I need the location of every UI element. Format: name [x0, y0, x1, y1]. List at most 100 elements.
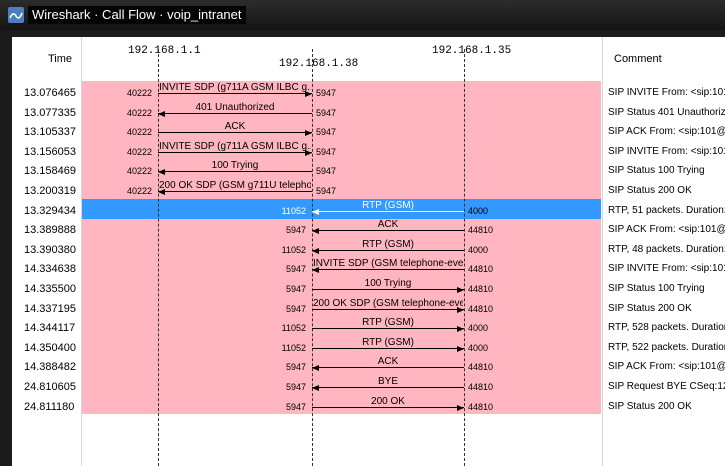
message-label: RTP (GSM) — [362, 337, 414, 348]
row-comment: SIP ACK From: <sip:101@p — [608, 126, 725, 137]
row-comment: SIP Status 200 OK — [608, 185, 692, 196]
row-time: 13.390380 — [24, 244, 76, 256]
arrowhead-icon — [305, 130, 312, 136]
row-time: 24.811180 — [24, 401, 75, 413]
flow-row[interactable]: 13.105337 ACK 40222 5947 SIP ACK From: <sip:… — [12, 120, 725, 140]
message-arrow — [312, 230, 464, 231]
port-right: 44810 — [468, 225, 494, 235]
port-left: 5947 — [285, 382, 306, 392]
message-arrow — [312, 289, 464, 290]
port-left: 5947 — [285, 304, 306, 314]
arrowhead-icon — [312, 385, 319, 391]
port-left: 5947 — [285, 225, 306, 235]
row-time: 14.344117 — [24, 322, 76, 334]
row-comment: SIP Status 100 Trying — [608, 165, 705, 176]
row-comment: SIP Status 200 OK — [608, 303, 692, 314]
arrowhead-icon — [312, 209, 319, 215]
message-arrow — [158, 113, 312, 114]
row-time: 13.077335 — [24, 107, 76, 119]
message-arrow — [312, 348, 464, 349]
port-right: 5947 — [316, 127, 337, 137]
message-label: 200 OK SDP (GSM telephone-eve... — [313, 298, 463, 309]
row-comment: SIP INVITE From: <sip:101@ — [608, 146, 725, 157]
port-right: 44810 — [468, 304, 494, 314]
port-left: 40222 — [126, 127, 152, 137]
flow-row[interactable]: 14.337195 200 OK SDP (GSM telephone-eve..… — [12, 297, 725, 317]
flow-row[interactable]: 13.390380 RTP (GSM) 11052 4000 RTP, 48 packe… — [12, 238, 725, 258]
message-arrow — [158, 132, 312, 133]
port-left: 5947 — [285, 402, 306, 412]
message-label: ACK — [377, 219, 399, 230]
row-time: 13.158469 — [24, 165, 76, 177]
flow-row[interactable]: 13.156053 INVITE SDP (g711A GSM ILBC g...… — [12, 140, 725, 160]
flow-row[interactable]: 13.076465 INVITE SDP (g711A GSM ILBC g...… — [12, 81, 725, 101]
port-left: 40222 — [126, 166, 152, 176]
message-label: 100 Trying — [364, 278, 412, 289]
flow-row[interactable]: 13.077335 401 Unauthorized 40222 5947 SIP St… — [12, 101, 725, 121]
row-time: 13.156053 — [24, 146, 76, 158]
port-right: 5947 — [316, 147, 337, 157]
flow-row[interactable]: 13.329434 RTP (GSM) 11052 4000 RTP, 51 packe… — [12, 199, 725, 219]
message-label: ACK — [377, 356, 399, 367]
flow-row[interactable]: 14.350400 RTP (GSM) 11052 4000 RTP, 522 pack… — [12, 336, 725, 356]
arrowhead-icon — [457, 326, 464, 332]
flow-row[interactable]: 24.811180 200 OK 5947 44810 SIP Status 200 O… — [12, 395, 725, 415]
message-label: BYE — [377, 376, 398, 387]
row-time: 14.350400 — [24, 342, 76, 354]
row-time: 14.388482 — [24, 361, 76, 373]
message-label: 401 Unauthorized — [195, 102, 275, 113]
row-time: 14.335500 — [24, 283, 76, 295]
arrowhead-icon — [457, 287, 464, 293]
port-left: 40222 — [126, 186, 152, 196]
row-time: 13.105337 — [24, 126, 76, 138]
flow-row[interactable]: 13.158469 100 Trying 40222 5947 SIP Status 1… — [12, 159, 725, 179]
arrowhead-icon — [312, 365, 319, 371]
call-flow-graph[interactable]: Time 192.168.1.1 192.168.1.38 192.168.1.… — [12, 37, 725, 466]
flow-row[interactable]: 14.388482 ACK 5947 44810 SIP ACK From: <sip:… — [12, 355, 725, 375]
node-header-3: 192.168.1.35 — [432, 45, 512, 57]
arrowhead-icon — [457, 307, 464, 313]
port-right: 5947 — [316, 166, 337, 176]
arrowhead-icon — [457, 346, 464, 352]
row-comment: SIP INVITE From: <sip:101@ — [608, 87, 725, 98]
message-arrow — [158, 93, 312, 94]
row-time: 24.810605 — [24, 381, 76, 393]
row-comment: RTP, 51 packets. Duration: 4 — [608, 205, 725, 216]
message-arrow — [158, 171, 312, 172]
message-arrow — [312, 211, 464, 212]
flow-row[interactable]: 14.334638 INVITE SDP (GSM telephone-eve..… — [12, 257, 725, 277]
message-label: RTP (GSM) — [362, 239, 414, 250]
port-right: 4000 — [468, 245, 489, 255]
time-column-header: Time — [48, 53, 73, 65]
message-label: 200 OK SDP (GSM g711U telepho... — [159, 180, 311, 191]
row-comment: SIP Status 200 OK — [608, 401, 692, 412]
message-arrow — [158, 152, 312, 153]
message-arrow — [312, 250, 464, 251]
port-right: 4000 — [468, 343, 489, 353]
flow-row[interactable]: 14.335500 100 Trying 5947 44810 SIP Status 1… — [12, 277, 725, 297]
port-left: 11052 — [281, 206, 306, 216]
row-time: 14.337195 — [24, 303, 76, 315]
flow-row[interactable]: 13.389888 ACK 5947 44810 SIP ACK From: <sip:… — [12, 218, 725, 238]
flow-row[interactable]: 14.344117 RTP (GSM) 11052 4000 RTP, 528 pack… — [12, 316, 725, 336]
port-left: 5947 — [285, 284, 306, 294]
row-time: 13.329434 — [24, 205, 76, 217]
comment-column-header: Comment — [614, 53, 662, 65]
port-right: 4000 — [468, 323, 489, 333]
message-arrow — [312, 367, 464, 368]
arrowhead-icon — [158, 111, 165, 117]
message-label: 100 Trying — [211, 160, 259, 171]
message-label: INVITE SDP (GSM telephone-eve... — [313, 258, 463, 269]
flow-row[interactable]: 24.810605 BYE 5947 44810 SIP Request BYE CSe… — [12, 375, 725, 395]
flow-row[interactable]: 13.200319 200 OK SDP (GSM g711U telepho..… — [12, 179, 725, 199]
port-left: 11052 — [281, 245, 306, 255]
port-right: 44810 — [468, 264, 494, 274]
message-arrow — [312, 309, 464, 310]
message-arrow — [312, 269, 464, 270]
row-comment: SIP ACK From: <sip:101@p — [608, 224, 725, 235]
row-comment: SIP Status 100 Trying — [608, 283, 705, 294]
row-comment: SIP Status 401 Unauthorized — [608, 107, 725, 118]
port-left: 40222 — [126, 108, 152, 118]
port-right: 4000 — [468, 206, 489, 216]
message-label: ACK — [224, 121, 246, 132]
